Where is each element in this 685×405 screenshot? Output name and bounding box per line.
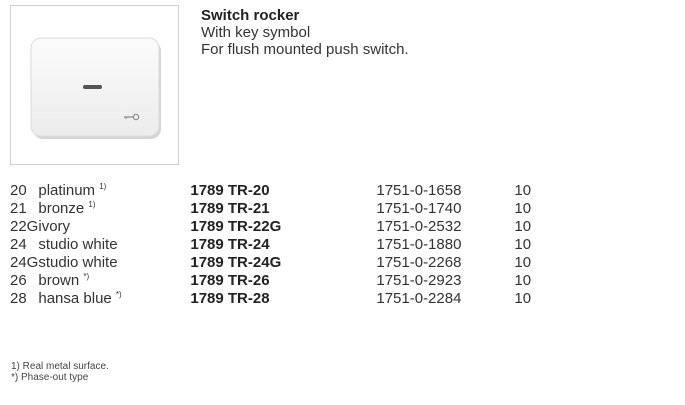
article-number: 1789 TR-26	[190, 272, 270, 289]
article-number: 1789 TR-24	[190, 236, 270, 253]
table-row: 22G ivory 1789 TR-22G 1751-0-2532 10	[10, 218, 554, 236]
color-code: 21	[10, 200, 27, 217]
pack-quantity: 10	[514, 182, 532, 199]
pack-quantity: 10	[514, 254, 532, 271]
pack-quantity: 10	[514, 236, 532, 253]
article-number: 1789 TR-20	[190, 182, 270, 199]
color-name: hansa blue	[38, 290, 112, 307]
product-heading: Switch rocker With key symbol For flush …	[201, 7, 409, 58]
color-code: 26	[10, 272, 27, 289]
color-name: studio white	[38, 236, 118, 253]
order-number: 1751-0-2284	[376, 290, 462, 307]
order-number: 1751-0-1658	[376, 182, 462, 199]
product-subtitle: With key symbol	[201, 24, 311, 41]
color-name: brown	[38, 272, 80, 289]
pack-quantity: 10	[514, 290, 532, 307]
indicator-slot	[83, 85, 102, 89]
table-row: 24 studio white 1789 TR-24 1751-0-1880 1…	[10, 236, 554, 254]
footnote-mark: 1)	[88, 200, 96, 209]
color-name-cell: brown *)	[38, 272, 190, 290]
pack-quantity: 10	[514, 200, 532, 217]
article-number: 1789 TR-24G	[190, 254, 282, 271]
color-name: bronze	[38, 200, 85, 217]
product-image	[10, 5, 179, 165]
footnote-mark: 1)	[99, 182, 107, 191]
article-number: 1789 TR-22G	[190, 218, 282, 235]
footnotes: 1) Real metal surface. *) Phase-out type	[11, 361, 109, 383]
color-name-cell: bronze 1)	[38, 200, 190, 218]
order-number: 1751-0-2923	[376, 272, 462, 289]
color-name-cell: hansa blue *)	[38, 290, 190, 308]
pack-quantity: 10	[514, 218, 532, 235]
article-number: 1789 TR-28	[190, 290, 270, 307]
color-code: 20	[10, 182, 27, 199]
footnote-phase-out: *) Phase-out type	[11, 372, 89, 383]
color-name: studio white	[38, 254, 118, 271]
color-name-cell: studio white	[38, 254, 190, 272]
color-code: 24G	[10, 254, 39, 271]
variant-table: 20 platinum 1) 1789 TR-20 1751-0-1658 10…	[10, 182, 554, 308]
footnote-mark: *)	[83, 272, 90, 281]
color-code: 22G	[10, 218, 39, 235]
product-title: Switch rocker	[201, 7, 300, 24]
pack-quantity: 10	[514, 272, 532, 289]
order-number: 1751-0-2532	[376, 218, 462, 235]
order-number: 1751-0-1880	[376, 236, 462, 253]
table-row: 20 platinum 1) 1789 TR-20 1751-0-1658 10	[10, 182, 554, 200]
color-code: 28	[10, 290, 27, 307]
order-number: 1751-0-1740	[376, 200, 462, 217]
color-name-cell: studio white	[38, 236, 190, 254]
table-row: 21 bronze 1) 1789 TR-21 1751-0-1740 10	[10, 200, 554, 218]
color-name-cell: ivory	[38, 218, 190, 236]
footnote-mark: *)	[115, 290, 122, 299]
table-row: 28 hansa blue *) 1789 TR-28 1751-0-2284 …	[10, 290, 554, 308]
color-name-cell: platinum 1)	[38, 182, 190, 200]
footnote-real-metal: 1) Real metal surface.	[11, 361, 109, 372]
color-name: platinum	[38, 182, 96, 199]
order-number: 1751-0-2268	[376, 254, 462, 271]
color-name: ivory	[38, 218, 71, 235]
switch-rocker-image	[30, 37, 161, 139]
product-usage: For flush mounted push switch.	[201, 41, 409, 58]
color-code: 24	[10, 236, 27, 253]
table-row: 24G studio white 1789 TR-24G 1751-0-2268…	[10, 254, 554, 272]
table-row: 26 brown *) 1789 TR-26 1751-0-2923 10	[10, 272, 554, 290]
article-number: 1789 TR-21	[190, 200, 270, 217]
